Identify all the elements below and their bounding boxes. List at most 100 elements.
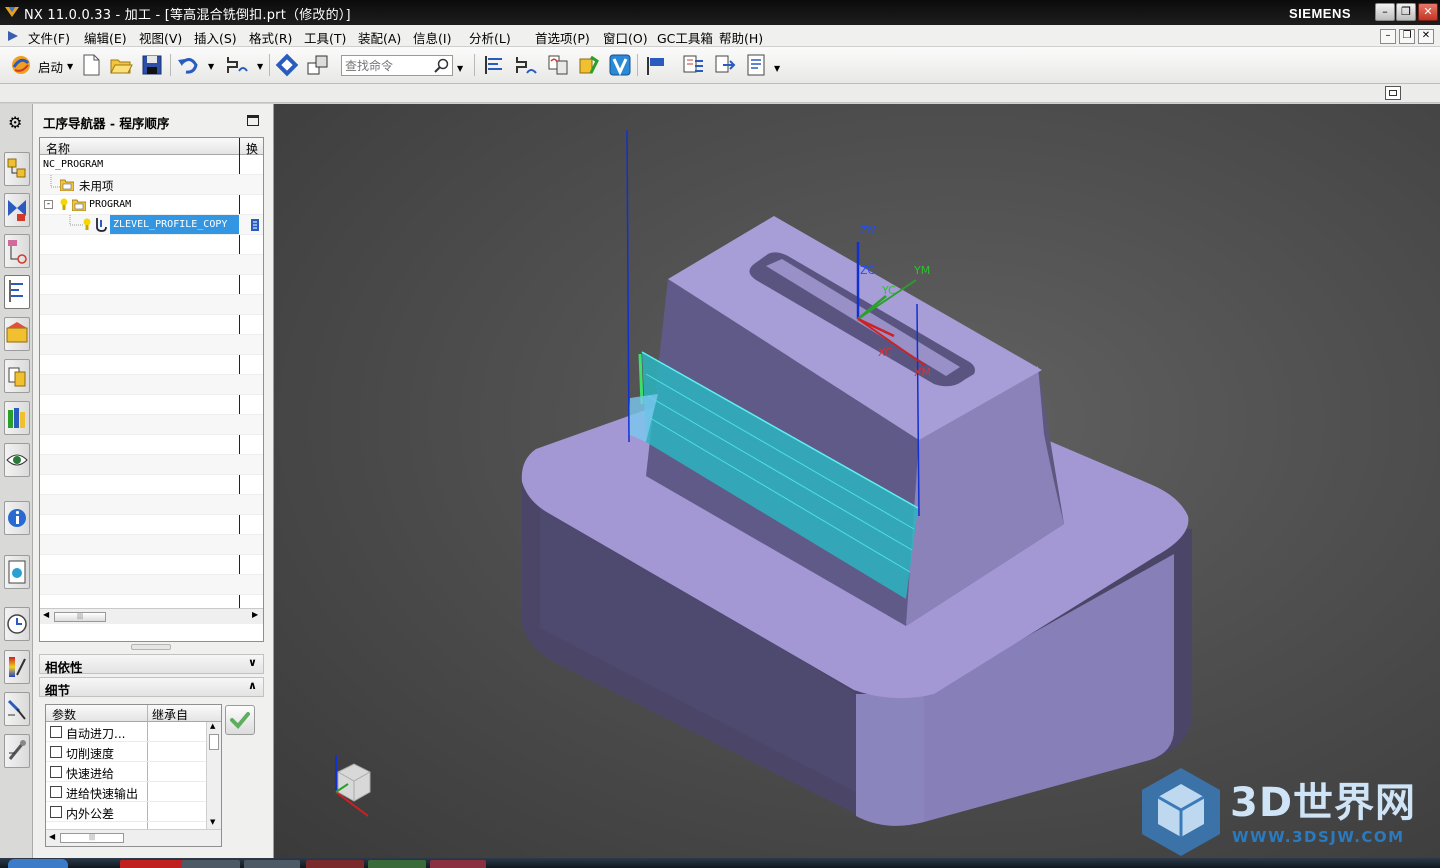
scroll-left-icon[interactable]: ◀ [43,610,49,619]
details-horizontal-scrollbar[interactable]: ◀ ||| [46,829,221,846]
details-row[interactable]: 快速进给 [46,762,206,782]
assembly-navigator-tab[interactable] [4,152,30,186]
details-checkbox[interactable] [50,806,62,818]
shop-documentation-icon[interactable] [681,53,705,77]
history-tab[interactable] [4,607,30,641]
details-checkbox[interactable] [50,766,62,778]
scroll-right-icon[interactable]: ▶ [252,610,258,619]
details-panel-header[interactable]: 细节 ∧ [39,677,264,698]
analysis-tab[interactable] [4,650,30,684]
menu-insert[interactable]: 插入(S) [194,28,237,47]
report-icon[interactable] [744,53,768,77]
details-row[interactable]: 切削速度 [46,742,206,762]
part-navigator-tab[interactable] [4,234,30,268]
menu-preferences[interactable]: 首选项(P) [535,28,590,47]
toolpath-icon[interactable] [225,53,249,77]
search-icon[interactable] [433,58,449,74]
start-orb-icon[interactable] [8,859,68,868]
command-search-input[interactable] [342,56,430,75]
menu-assembly[interactable]: 装配(A) [358,28,401,47]
details-column-parameter[interactable]: 参数 [52,706,76,723]
taskbar-item[interactable] [430,860,486,868]
history-library-tab[interactable] [4,401,30,435]
verify-toolpath-icon[interactable] [546,53,570,77]
menu-window[interactable]: 窗口(O) [603,28,648,47]
touch-mode-icon[interactable] [275,53,299,77]
reuse-library-tab[interactable] [4,359,30,393]
close-button[interactable]: ✕ [1418,3,1438,21]
new-file-icon[interactable] [79,53,103,77]
info-tab[interactable] [4,501,30,535]
toolpath-dropdown-icon[interactable]: ▼ [257,62,263,71]
scroll-thumb[interactable] [209,734,219,750]
toolbar-more-icon[interactable]: ▼ [774,64,780,73]
menu-view[interactable]: 视图(V) [139,28,182,47]
menu-icon[interactable] [6,29,20,43]
menu-format[interactable]: 格式(R) [249,28,292,47]
details-row[interactable]: 内外公差 [46,802,206,822]
post-process-icon[interactable] [644,53,668,77]
details-vertical-scrollbar[interactable]: ▲ ▼ [206,722,221,829]
menu-help[interactable]: 帮助(H) [719,28,763,47]
menu-gc-toolbox[interactable]: GC工具箱 [657,28,713,47]
save-icon[interactable] [140,53,164,77]
operation-navigator-tab[interactable] [4,275,30,309]
doc-close-button[interactable]: ✕ [1418,29,1434,44]
visualization-tab[interactable] [4,443,30,477]
machine-tool-navigator-tab[interactable] [4,317,30,351]
roles-tab[interactable] [4,734,30,768]
start-button-label[interactable]: 启动 [38,57,63,76]
settings-icon[interactable]: ⚙ [8,113,22,132]
doc-minimize-button[interactable]: – [1380,29,1396,44]
tool-path-tab[interactable] [4,692,30,726]
doc-restore-button[interactable]: ❐ [1399,29,1415,44]
dependencies-panel-header[interactable]: 相依性 ∨ [39,654,264,675]
scroll-down-icon[interactable]: ▼ [210,818,215,826]
strip-options-icon[interactable] [1385,86,1401,100]
tree-row-zlevel-profile-copy[interactable]: ZLEVEL_PROFILE_COPY [40,215,263,235]
toolbar-options-icon[interactable]: ▼ [457,64,463,73]
open-folder-icon[interactable] [109,53,133,77]
menu-edit[interactable]: 编辑(E) [84,28,127,47]
graphics-window[interactable]: ZM ZC YM YC XC XM 3D世界网 WWW.3DSJW.COM [274,104,1440,858]
tree-row-program[interactable]: - PROGRAM [40,195,263,215]
minimize-button[interactable]: – [1375,3,1395,21]
details-checkbox[interactable] [50,726,62,738]
taskbar-item[interactable] [182,860,240,868]
tree-horizontal-scrollbar[interactable]: ◀ ||| ▶ [40,608,263,624]
menu-tools[interactable]: 工具(T) [304,28,346,47]
restore-button[interactable]: ❐ [1396,3,1416,21]
undo-dropdown-icon[interactable]: ▼ [208,62,214,71]
scroll-thumb[interactable]: ||| [54,612,106,622]
output-cls-icon[interactable] [713,53,737,77]
menu-analysis[interactable]: 分析(L) [469,28,511,47]
details-row[interactable]: 进给快速输出 [46,782,206,802]
constraint-navigator-tab[interactable] [4,193,30,227]
apply-button[interactable] [225,705,255,735]
taskbar-item[interactable] [306,860,364,868]
taskbar-item[interactable] [244,860,300,868]
collapse-toggle-icon[interactable]: - [44,200,53,209]
details-row[interactable]: 自动进刀... [46,722,206,742]
chevron-up-icon[interactable]: ∧ [248,679,257,692]
scroll-left-icon[interactable]: ◀ [49,832,55,841]
tree-row-unused[interactable]: 未用项 [40,175,263,195]
details-checkbox[interactable] [50,746,62,758]
window-layout-icon[interactable] [306,53,330,77]
view-orientation-triad[interactable] [335,756,371,817]
verify-v-icon[interactable] [608,53,632,77]
menu-file[interactable]: 文件(F) [28,28,70,47]
panel-splitter[interactable] [131,644,171,650]
generate-toolpath-icon[interactable] [514,53,538,77]
scroll-thumb[interactable]: ||| [60,833,124,843]
create-program-icon[interactable] [482,53,506,77]
cad-model-view[interactable]: ZM ZC YM YC XC XM [274,104,1440,858]
undo-icon[interactable] [176,53,200,77]
start-dropdown-icon[interactable]: ▼ [67,62,73,71]
scroll-up-icon[interactable]: ▲ [210,722,215,730]
command-search-field[interactable] [341,55,453,76]
web-browser-tab[interactable] [4,555,30,589]
taskbar-item[interactable] [368,860,426,868]
navigator-maximize-icon[interactable] [247,115,259,126]
simulate-machine-icon[interactable] [577,53,601,77]
